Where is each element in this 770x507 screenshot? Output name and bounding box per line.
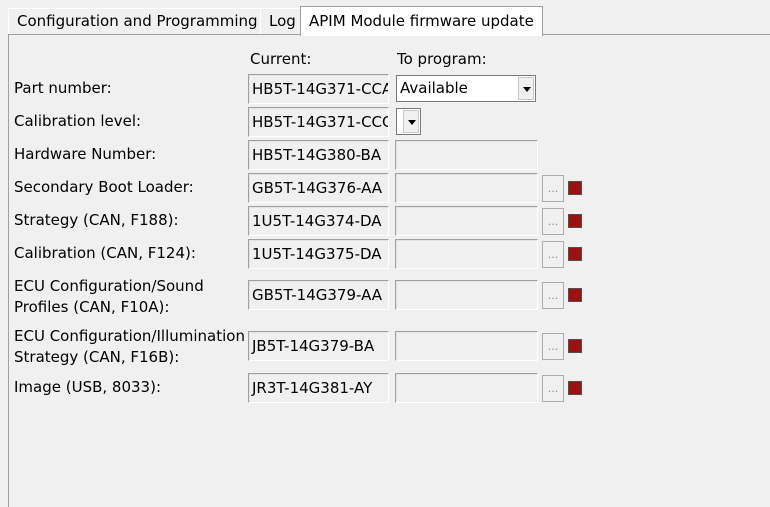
calibration-level-current-field[interactable]: HB5T-14G371-CCG bbox=[248, 107, 389, 137]
ecu-sound-profiles-browse-button[interactable]: ... bbox=[542, 282, 564, 309]
secondary-boot-loader-label: Secondary Boot Loader: bbox=[14, 178, 194, 196]
calibration-current-field[interactable]: 1U5T-14G375-DA bbox=[248, 239, 389, 269]
ecu-illumination-strategy-label-line2: Strategy (CAN, F16B): bbox=[14, 348, 180, 366]
strategy-to-program-field[interactable] bbox=[395, 206, 538, 236]
strategy-browse-button[interactable]: ... bbox=[542, 208, 564, 235]
image-label: Image (USB, 8033): bbox=[14, 378, 162, 396]
hardware-number-current-field[interactable]: HB5T-14G380-BA bbox=[248, 140, 389, 170]
ecu-sound-profiles-label-line1: ECU Configuration/Sound bbox=[14, 277, 204, 295]
chevron-down-icon[interactable] bbox=[403, 110, 419, 133]
image-browse-button[interactable]: ... bbox=[542, 375, 564, 402]
strategy-label: Strategy (CAN, F188): bbox=[14, 211, 179, 229]
tab-log[interactable]: Log bbox=[260, 8, 305, 34]
ecu-sound-profiles-current-field[interactable]: GB5T-14G379-AA bbox=[248, 280, 389, 310]
part-number-current-field[interactable]: HB5T-14G371-CCA bbox=[248, 74, 389, 104]
image-status-icon bbox=[568, 381, 582, 395]
secondary-boot-loader-status-icon bbox=[568, 181, 582, 195]
chevron-down-icon[interactable] bbox=[518, 77, 534, 100]
ecu-illumination-strategy-label-line1: ECU Configuration/Illumination bbox=[14, 327, 245, 345]
tab-bar: Configuration and Programming Log APIM M… bbox=[0, 0, 770, 36]
calibration-level-label: Calibration level: bbox=[14, 112, 142, 130]
ecu-illumination-strategy-to-program-field[interactable] bbox=[395, 331, 538, 361]
secondary-boot-loader-current-field[interactable]: GB5T-14G376-AA bbox=[248, 173, 389, 203]
image-to-program-field[interactable] bbox=[395, 373, 538, 403]
to-program-column-header: To program: bbox=[397, 50, 487, 68]
strategy-status-icon bbox=[568, 214, 582, 228]
current-column-header: Current: bbox=[250, 50, 312, 68]
part-number-to-program-select[interactable]: Available bbox=[396, 75, 536, 102]
ecu-illumination-strategy-browse-button[interactable]: ... bbox=[542, 333, 564, 360]
firmware-update-panel bbox=[8, 34, 770, 507]
ecu-illumination-strategy-status-icon bbox=[568, 339, 582, 353]
calibration-to-program-field[interactable] bbox=[395, 239, 538, 269]
calibration-label: Calibration (CAN, F124): bbox=[14, 244, 196, 262]
secondary-boot-loader-browse-button[interactable]: ... bbox=[542, 175, 564, 202]
hardware-number-to-program-field[interactable] bbox=[395, 140, 538, 170]
tab-configuration-and-programming[interactable]: Configuration and Programming bbox=[8, 8, 267, 34]
calibration-browse-button[interactable]: ... bbox=[542, 241, 564, 268]
ecu-sound-profiles-status-icon bbox=[568, 288, 582, 302]
calibration-level-to-program-select[interactable] bbox=[396, 108, 421, 135]
strategy-current-field[interactable]: 1U5T-14G374-DA bbox=[248, 206, 389, 236]
image-current-field[interactable]: JR3T-14G381-AY bbox=[248, 373, 389, 403]
secondary-boot-loader-to-program-field[interactable] bbox=[395, 173, 538, 203]
part-number-select-value: Available bbox=[400, 79, 468, 97]
ecu-sound-profiles-to-program-field[interactable] bbox=[395, 280, 538, 310]
ecu-sound-profiles-label-line2: Profiles (CAN, F10A): bbox=[14, 298, 170, 316]
ecu-illumination-strategy-current-field[interactable]: JB5T-14G379-BA bbox=[248, 331, 389, 361]
part-number-label: Part number: bbox=[14, 79, 112, 97]
hardware-number-label: Hardware Number: bbox=[14, 145, 157, 163]
tab-apim-module-firmware-update[interactable]: APIM Module firmware update bbox=[300, 6, 543, 36]
calibration-status-icon bbox=[568, 247, 582, 261]
